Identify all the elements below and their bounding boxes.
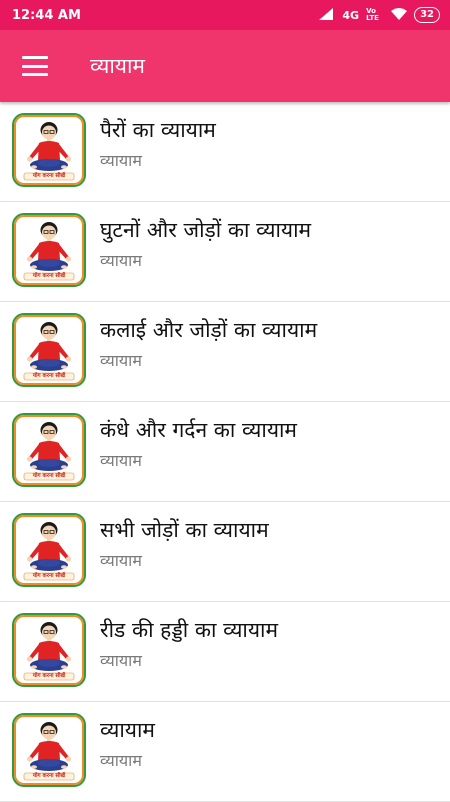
thumbnail-caption: योग करना सीखें	[32, 773, 66, 779]
yoga-thumbnail: योग करना सीखें	[12, 513, 86, 587]
list-item-text: घुटनों और जोड़ों का व्यायाम व्यायाम	[100, 202, 311, 271]
yoga-thumbnail: योग करना सीखें	[12, 413, 86, 487]
list-item[interactable]: योग करना सीखें व्यायाम व्यायाम	[0, 702, 450, 802]
yoga-thumbnail: योग करना सीखें	[12, 313, 86, 387]
yoga-thumbnail: योग करना सीखें	[12, 213, 86, 287]
thumbnail-caption: योग करना सीखें	[32, 173, 66, 179]
list-item-text: सभी जोड़ों का व्यायाम व्यायाम	[100, 502, 269, 571]
list-item-subtitle: व्यायाम	[100, 751, 142, 770]
signal-icon	[319, 7, 335, 23]
status-time: 12:44 AM	[12, 7, 81, 23]
menu-icon[interactable]	[22, 56, 48, 76]
thumbnail-caption: योग करना सीखें	[32, 273, 66, 279]
list-item-text: रीड की हड्डी का व्यायाम व्यायाम	[100, 602, 278, 671]
list-item-subtitle: व्यायाम	[100, 451, 142, 470]
list-item[interactable]: योग करना सीखें सभी जोड़ों का व्यायाम व्य…	[0, 502, 450, 602]
network-type: 4G	[342, 8, 360, 22]
yoga-thumbnail: योग करना सीखें	[12, 713, 86, 787]
status-bar: 12:44 AM 4G Vo LTE 32	[0, 0, 450, 30]
list-item-title: पैरों का व्यायाम	[100, 118, 216, 142]
list-item-title: कलाई और जोड़ों का व्यायाम	[100, 318, 318, 342]
list-item-text: पैरों का व्यायाम व्यायाम	[100, 102, 216, 171]
page-title: व्यायाम	[90, 54, 145, 78]
battery-icon: 32	[414, 7, 440, 23]
status-icons: 4G Vo LTE 32	[319, 7, 440, 23]
list-item[interactable]: योग करना सीखें पैरों का व्यायाम व्यायाम	[0, 102, 450, 202]
list-item[interactable]: योग करना सीखें कंधे और गर्दन का व्यायाम …	[0, 402, 450, 502]
wifi-icon	[391, 7, 408, 23]
list-item-title: व्यायाम	[100, 718, 155, 742]
list-item-text: कंधे और गर्दन का व्यायाम व्यायाम	[100, 402, 297, 471]
yoga-thumbnail: योग करना सीखें	[12, 113, 86, 187]
thumbnail-caption: योग करना सीखें	[32, 473, 66, 479]
list-item-title: कंधे और गर्दन का व्यायाम	[100, 418, 297, 442]
list-item[interactable]: योग करना सीखें घुटनों और जोड़ों का व्याय…	[0, 202, 450, 302]
thumbnail-caption: योग करना सीखें	[32, 573, 66, 579]
volte-label: Vo LTE	[366, 7, 379, 22]
app-bar: व्यायाम	[0, 30, 450, 102]
list-item-title: सभी जोड़ों का व्यायाम	[100, 518, 269, 542]
thumbnail-caption: योग करना सीखें	[32, 673, 66, 679]
list-item-text: कलाई और जोड़ों का व्यायाम व्यायाम	[100, 302, 317, 371]
exercise-list: योग करना सीखें पैरों का व्यायाम व्यायाम	[0, 102, 450, 802]
thumbnail-caption: योग करना सीखें	[32, 373, 66, 379]
list-item-subtitle: व्यायाम	[100, 651, 142, 670]
list-item[interactable]: योग करना सीखें कलाई और जोड़ों का व्यायाम…	[0, 302, 450, 402]
list-item-subtitle: व्यायाम	[100, 351, 142, 370]
list-item-text: व्यायाम व्यायाम	[100, 702, 155, 771]
list-item-title: घुटनों और जोड़ों का व्यायाम	[100, 218, 312, 242]
battery-level: 32	[420, 9, 434, 20]
list-item-subtitle: व्यायाम	[100, 551, 142, 570]
list-item-title: रीड की हड्डी का व्यायाम	[100, 618, 279, 642]
list-item-subtitle: व्यायाम	[100, 251, 142, 270]
list-item[interactable]: योग करना सीखें रीड की हड्डी का व्यायाम व…	[0, 602, 450, 702]
yoga-thumbnail: योग करना सीखें	[12, 613, 86, 687]
list-item-subtitle: व्यायाम	[100, 151, 142, 170]
